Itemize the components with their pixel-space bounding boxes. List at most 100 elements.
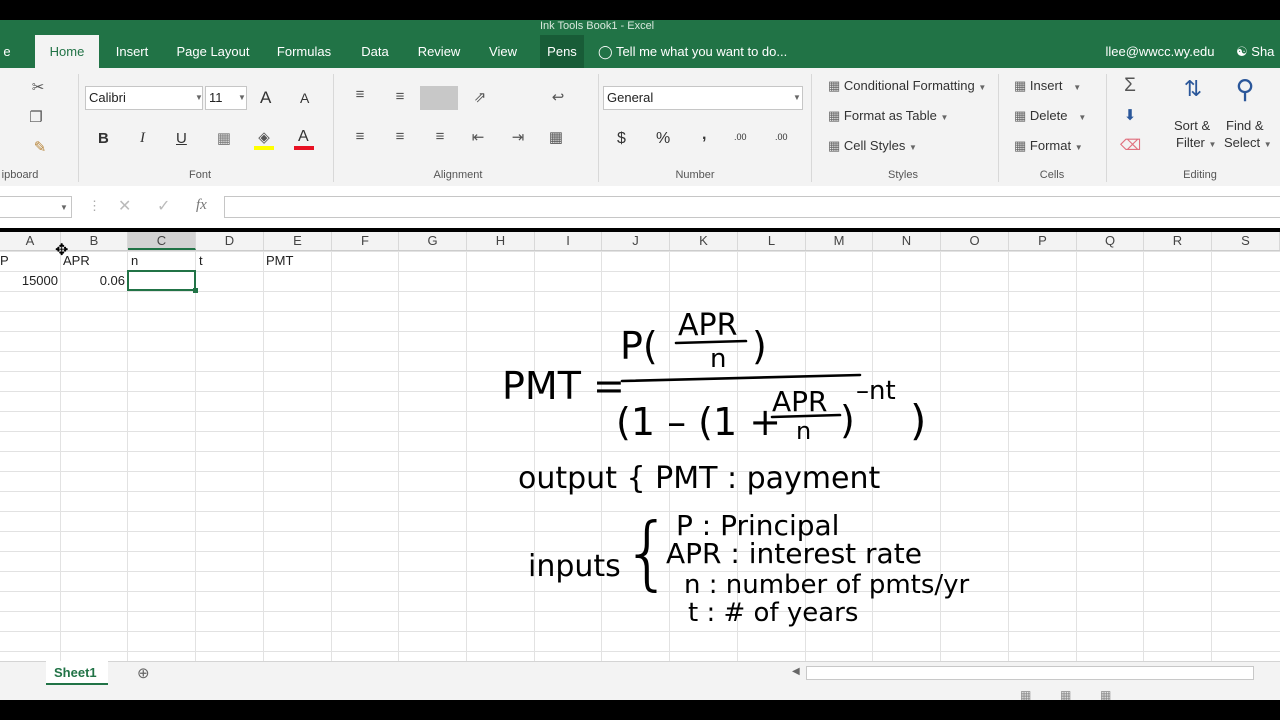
format-cells-button[interactable]: ▦ Format ▼ xyxy=(1014,138,1083,154)
horizontal-scrollbar[interactable] xyxy=(806,666,1254,680)
column-header-o[interactable]: O xyxy=(941,232,1009,250)
column-header-b[interactable]: B xyxy=(61,232,128,250)
column-header-q[interactable]: Q xyxy=(1077,232,1144,250)
cell-styles-button[interactable]: ▦ Cell Styles ▼ xyxy=(828,138,917,154)
decrease-indent-icon[interactable]: ⇤ xyxy=(468,128,488,146)
column-header-n[interactable]: N xyxy=(873,232,941,250)
underline-button[interactable]: U xyxy=(176,130,187,147)
formula-input[interactable] xyxy=(224,196,1280,218)
tab-page-layout[interactable]: Page Layout xyxy=(170,35,256,68)
align-middle-icon[interactable]: ≡ xyxy=(390,88,410,105)
italic-button[interactable]: I xyxy=(140,130,145,147)
sheet-tab-label: Sheet1 xyxy=(54,665,97,680)
cut-icon[interactable]: ✂ xyxy=(28,78,48,96)
add-sheet-icon[interactable]: ⊕ xyxy=(137,664,150,682)
user-account[interactable]: llee@wwcc.wy.edu xyxy=(1100,35,1220,68)
percent-button[interactable]: % xyxy=(656,130,670,148)
cell-d1[interactable]: t xyxy=(199,251,203,271)
align-right-icon[interactable]: ≡ xyxy=(430,128,450,145)
conditional-formatting-button[interactable]: ▦ Conditional Formatting ▼ xyxy=(828,78,986,94)
ink-numerator-p: P( xyxy=(620,324,658,368)
copy-icon[interactable]: ❐ xyxy=(26,108,46,126)
merge-center-icon[interactable]: ▦ xyxy=(546,128,566,146)
grow-font-button[interactable]: A xyxy=(260,88,271,108)
tab-insert[interactable]: Insert xyxy=(106,35,158,68)
column-header-e[interactable]: E xyxy=(264,232,332,250)
find-select-button[interactable]: Find & xyxy=(1226,118,1264,133)
column-header-i[interactable]: I xyxy=(535,232,602,250)
decrease-decimal-button[interactable]: .00 xyxy=(775,132,788,142)
clear-icon[interactable]: ⌫ xyxy=(1120,136,1141,154)
chevron-down-icon: ▼ xyxy=(793,93,801,102)
cell-e1[interactable]: PMT xyxy=(266,251,293,271)
fill-icon[interactable]: ⬇ xyxy=(1120,106,1140,124)
person-icon: ☯ xyxy=(1236,44,1248,59)
scroll-left-icon[interactable]: ◀ xyxy=(792,666,800,677)
column-header-s[interactable]: S xyxy=(1212,232,1280,250)
cell-b1[interactable]: APR xyxy=(63,251,90,271)
tab-review[interactable]: Review xyxy=(410,35,468,68)
enter-icon[interactable]: ✓ xyxy=(157,196,170,216)
cell-c1[interactable]: n xyxy=(131,251,138,271)
tab-formulas[interactable]: Formulas xyxy=(270,35,338,68)
align-top-icon[interactable]: ≡ xyxy=(350,86,370,103)
align-bottom-button[interactable] xyxy=(420,86,458,110)
sort-filter-button[interactable]: Sort & xyxy=(1174,118,1210,133)
cell-a2[interactable]: 15000 xyxy=(0,271,58,291)
cancel-icon[interactable]: ✕ xyxy=(118,196,131,216)
delete-cells-button[interactable]: ▦ Delete ▼ xyxy=(1014,108,1086,124)
column-header-j[interactable]: J xyxy=(602,232,670,250)
orientation-icon[interactable]: ⇗ xyxy=(470,88,490,106)
borders-icon[interactable]: ▦ xyxy=(214,129,234,147)
cell-a1[interactable]: P xyxy=(0,251,9,271)
column-header-p[interactable]: P xyxy=(1009,232,1077,250)
font-color-icon[interactable]: A xyxy=(298,128,309,146)
fill-color-icon[interactable]: ◈ xyxy=(254,128,274,146)
column-header-f[interactable]: F xyxy=(332,232,399,250)
tab-pens[interactable]: Pens xyxy=(540,35,584,68)
column-header-d[interactable]: D xyxy=(196,232,264,250)
column-header-g[interactable]: G xyxy=(399,232,467,250)
format-icon: ▦ xyxy=(1014,138,1027,153)
share-button[interactable]: ☯ Sha xyxy=(1236,35,1280,68)
ink-numerator-close-paren: ) xyxy=(752,324,767,368)
column-header-k[interactable]: K xyxy=(670,232,738,250)
bold-button[interactable]: B xyxy=(98,130,109,147)
align-left-icon[interactable]: ≡ xyxy=(350,128,370,145)
comma-button[interactable]: , xyxy=(702,126,706,144)
align-center-icon[interactable]: ≡ xyxy=(390,128,410,145)
column-header-h[interactable]: H xyxy=(467,232,535,250)
shrink-font-button[interactable]: A xyxy=(300,90,309,106)
column-header-r[interactable]: R xyxy=(1144,232,1212,250)
tab-view[interactable]: View xyxy=(480,35,526,68)
format-painter-icon[interactable]: ✎ xyxy=(30,138,50,156)
tab-file[interactable]: e xyxy=(0,35,14,68)
font-name-select[interactable]: Calibri xyxy=(85,86,203,110)
fill-handle[interactable] xyxy=(193,288,198,293)
sort-filter-icon[interactable]: ⇅ xyxy=(1178,76,1208,102)
tab-data[interactable]: Data xyxy=(352,35,398,68)
increase-decimal-button[interactable]: .00 xyxy=(734,132,747,142)
tell-me-box[interactable]: ◯ Tell me what you want to do... xyxy=(598,35,798,68)
tab-home[interactable]: Home xyxy=(35,35,99,68)
format-as-table-button[interactable]: ▦ Format as Table ▼ xyxy=(828,108,948,124)
window-title: Ink Tools Book1 - Excel xyxy=(540,20,655,32)
increase-indent-icon[interactable]: ⇥ xyxy=(508,128,528,146)
font-group-label: Font xyxy=(188,169,211,181)
insert-function-button[interactable]: fx xyxy=(196,197,207,214)
column-header-a[interactable]: A xyxy=(0,232,61,250)
column-header-m[interactable]: M xyxy=(806,232,873,250)
cell-b2[interactable]: 0.06 xyxy=(61,271,125,291)
top-border xyxy=(0,0,1280,20)
selected-cell-c2[interactable] xyxy=(127,270,196,291)
column-header-c[interactable]: C xyxy=(128,232,196,250)
currency-button[interactable]: $ xyxy=(617,130,626,148)
column-header-l[interactable]: L xyxy=(738,232,806,250)
wrap-text-icon[interactable]: ↩ xyxy=(548,88,568,106)
clipboard-group-label: ipboard xyxy=(1,169,39,181)
autosum-icon[interactable]: Σ xyxy=(1120,75,1140,97)
number-format-select[interactable]: General xyxy=(603,86,803,110)
search-icon[interactable]: ⚲ xyxy=(1230,74,1260,105)
insert-cells-button[interactable]: ▦ Insert ▼ xyxy=(1014,78,1081,94)
alignment-group-label: Alignment xyxy=(433,169,483,181)
